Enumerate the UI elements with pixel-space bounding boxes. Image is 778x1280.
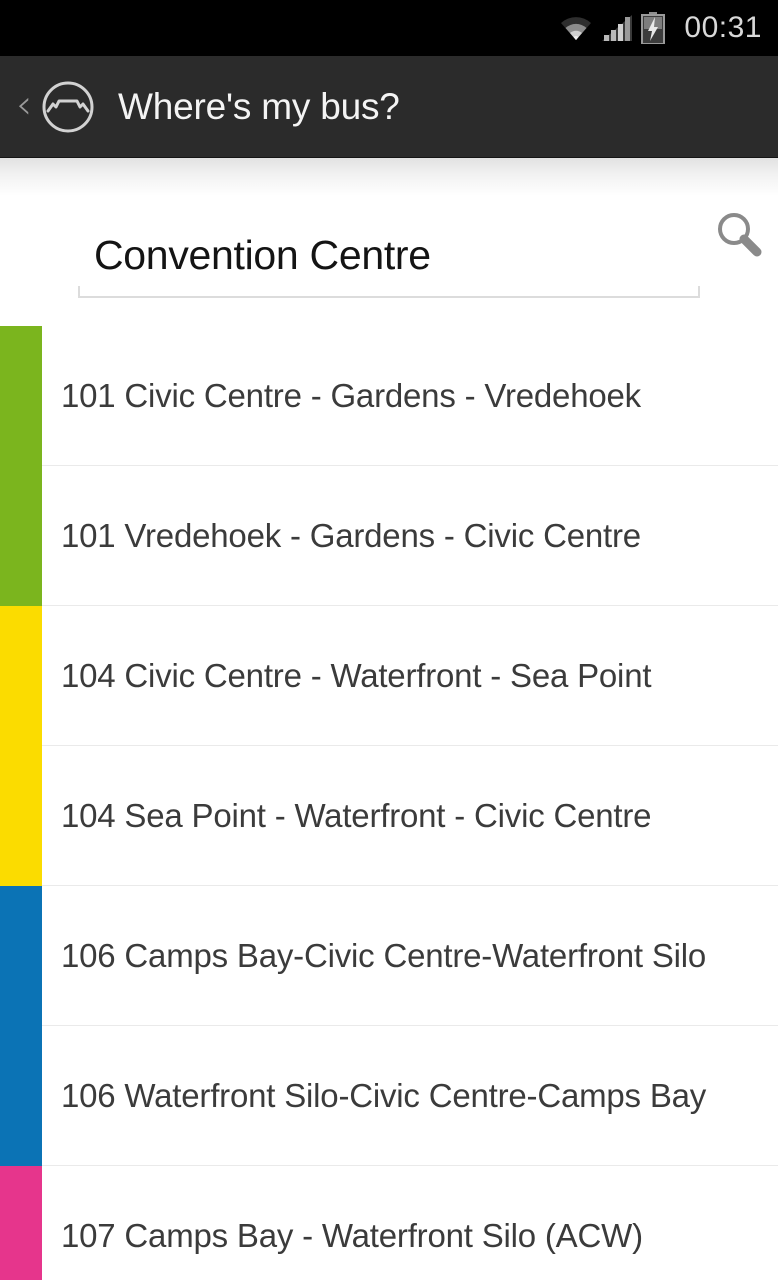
route-row[interactable]: 104 Civic Centre - Waterfront - Sea Poin… xyxy=(0,606,778,746)
bus-circle-logo-icon[interactable] xyxy=(40,79,96,135)
battery-charging-icon xyxy=(641,12,666,44)
route-row[interactable]: 101 Vredehoek - Gardens - Civic Centre xyxy=(0,466,778,606)
search-icon xyxy=(718,213,762,257)
status-time: 00:31 xyxy=(684,11,762,44)
route-color-bar xyxy=(0,746,42,886)
route-color-bar xyxy=(0,326,42,466)
search-input[interactable] xyxy=(94,231,624,279)
route-label: 104 Civic Centre - Waterfront - Sea Poin… xyxy=(61,656,652,694)
route-color-bar xyxy=(0,886,42,1026)
route-label: 101 Civic Centre - Gardens - Vredehoek xyxy=(61,376,641,414)
route-row[interactable]: 106 Camps Bay-Civic Centre-Waterfront Si… xyxy=(0,886,778,1026)
app-bar: ‹ Where's my bus? xyxy=(0,56,778,158)
wifi-icon xyxy=(561,17,592,40)
route-label: 101 Vredehoek - Gardens - Civic Centre xyxy=(61,516,641,554)
route-color-bar xyxy=(0,466,42,606)
cell-signal-icon xyxy=(602,15,633,41)
route-row[interactable]: 106 Waterfront Silo-Civic Centre-Camps B… xyxy=(0,1026,778,1166)
route-color-bar xyxy=(0,1026,42,1166)
route-label: 107 Camps Bay - Waterfront Silo (ACW) xyxy=(61,1216,643,1254)
status-icons: 00:31 xyxy=(559,11,762,45)
route-label: 106 Waterfront Silo-Civic Centre-Camps B… xyxy=(61,1076,707,1114)
route-row[interactable]: 107 Camps Bay - Waterfront Silo (ACW) xyxy=(0,1166,778,1280)
back-button[interactable]: ‹ xyxy=(8,85,38,129)
page-title: Where's my bus? xyxy=(118,85,400,127)
search-button[interactable] xyxy=(708,204,770,266)
status-bar: 00:31 xyxy=(0,0,778,56)
route-color-bar xyxy=(0,1166,42,1280)
route-row[interactable]: 101 Civic Centre - Gardens - Vredehoek xyxy=(0,326,778,466)
route-label: 106 Camps Bay-Civic Centre-Waterfront Si… xyxy=(61,936,707,974)
search-field[interactable] xyxy=(78,214,700,298)
app-bar-shadow xyxy=(0,158,778,196)
route-color-bar xyxy=(0,606,42,746)
search-area xyxy=(0,196,778,326)
route-list: 101 Civic Centre - Gardens - Vredehoek 10… xyxy=(0,326,778,1280)
route-row[interactable]: 104 Sea Point - Waterfront - Civic Centr… xyxy=(0,746,778,886)
route-label: 104 Sea Point - Waterfront - Civic Centr… xyxy=(61,796,652,834)
